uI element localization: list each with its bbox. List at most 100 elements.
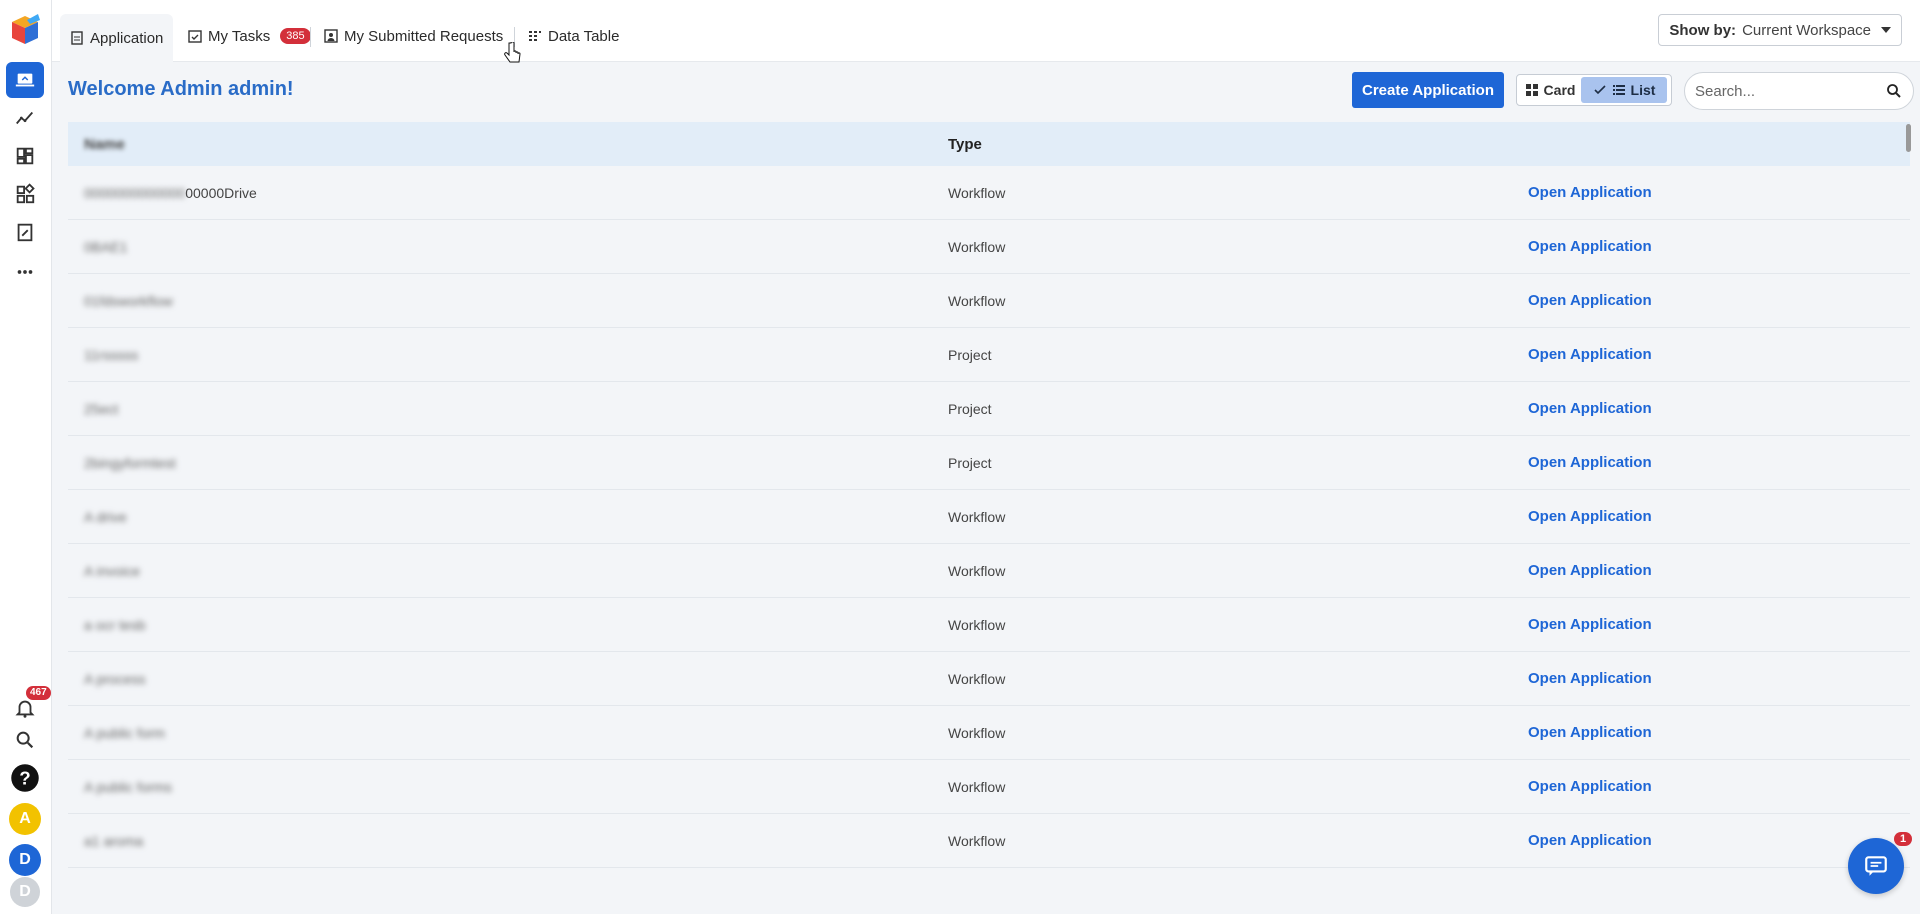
notifications-button[interactable]: 467 [6,686,51,724]
application-name: 0BAE1 [68,239,948,255]
application-type: Project [948,346,992,363]
create-application-button[interactable]: Create Application [1352,72,1504,108]
application-name: 11rsssss [68,347,948,363]
table-row[interactable]: 11rsssss Project Open Application [68,328,1910,382]
chat-badge: 1 [1894,832,1913,846]
search-icon[interactable] [1885,82,1903,100]
table-row[interactable]: A public form Workflow Open Application [68,706,1910,760]
redacted-name: A process [84,670,146,687]
top-bar: Application My Tasks 385 My Submitted Re… [52,0,1920,62]
sidebar-item-more[interactable] [6,254,44,290]
user-avatar-d-secondary[interactable]: D [6,876,44,908]
application-type: Workflow [948,724,1006,741]
tab-application[interactable]: Application [60,14,174,62]
bell-icon [15,700,35,718]
check-icon [1593,85,1606,95]
chat-button[interactable] [1848,838,1904,894]
application-type: Workflow [948,292,1006,309]
help-button[interactable]: ? [6,762,44,794]
table-row[interactable]: A drive Workflow Open Application [68,490,1910,544]
open-application-link[interactable]: Open Application [1528,184,1652,201]
application-type: Workflow [948,238,1006,255]
open-application-link[interactable]: Open Application [1528,292,1652,309]
sidebar-item-widgets[interactable] [6,176,44,212]
list-view-button[interactable]: List [1581,77,1667,103]
applications-table: Name Type 000000000000000000Drive Workflo… [68,122,1910,868]
redacted-name: 01fdsworkflow [84,292,173,309]
avatar: D [9,844,41,876]
table-row[interactable]: 2bingyformtest Project Open Application [68,436,1910,490]
open-application-link[interactable]: Open Application [1528,724,1652,741]
table-row[interactable]: A process Workflow Open Application [68,652,1910,706]
table-row[interactable]: a ocr tesb Workflow Open Application [68,598,1910,652]
scrollbar-thumb[interactable] [1906,124,1911,152]
column-header-name[interactable]: Name [68,136,948,153]
app-logo[interactable] [8,12,42,48]
redacted-name: 25ect [84,400,119,417]
application-name: 01fdsworkflow [68,293,948,309]
open-application-link[interactable]: Open Application [1528,778,1652,795]
redacted-name: 0BAE1 [84,238,128,255]
application-name: A invoice [68,563,948,579]
table-row[interactable]: A public forms Workflow Open Application [68,760,1910,814]
redacted-name: A invoice [84,562,141,579]
tab-my-tasks[interactable]: My Tasks 385 [178,14,321,58]
open-application-link[interactable]: Open Application [1528,346,1652,363]
table-row[interactable]: a1 aroma Workflow Open Application [68,814,1910,868]
redacted-name: A public forms [84,778,172,795]
sidebar-item-applications[interactable] [6,62,44,98]
user-avatar-d[interactable]: D [6,844,44,876]
global-search-button[interactable] [6,724,44,756]
redacted-name: 11rsssss [84,346,139,363]
application-name: a1 aroma [68,833,948,849]
list-view-label: List [1630,82,1656,98]
application-type: Workflow [948,508,1006,525]
table-body: 000000000000000000Drive Workflow Open Appl… [68,166,1910,868]
open-application-link[interactable]: Open Application [1528,454,1652,471]
column-header-type[interactable]: Type [948,136,1528,153]
show-by-dropdown[interactable]: Show by: Current Workspace [1658,14,1902,46]
table-row[interactable]: A invoice Workflow Open Application [68,544,1910,598]
table-row[interactable]: 01fdsworkflow Workflow Open Application [68,274,1910,328]
open-application-link[interactable]: Open Application [1528,670,1652,687]
search-icon [16,731,34,749]
card-view-label: Card [1543,82,1576,98]
sidebar-item-dashboard[interactable] [6,138,44,174]
application-name: a ocr tesb [68,617,948,633]
open-application-link[interactable]: Open Application [1528,400,1652,417]
application-name: 2bingyformtest [68,455,948,471]
sidebar-item-analytics[interactable] [6,100,44,136]
svg-text:?: ? [19,767,30,788]
user-avatar-a[interactable]: A [6,803,44,835]
table-row[interactable]: 000000000000000000Drive Workflow Open Appl… [68,166,1910,220]
tab-my-submitted-requests[interactable]: My Submitted Requests [314,14,513,58]
card-view-button[interactable]: Card [1519,77,1581,103]
hand-cursor-icon [504,42,521,63]
open-application-link[interactable]: Open Application [1528,562,1652,579]
application-type: Project [948,400,992,417]
tab-data-table[interactable]: Data Table [518,14,629,58]
redacted-name: a ocr tesb [84,616,146,633]
application-name: 25ect [68,401,948,417]
application-name: A public forms [68,779,948,795]
redacted-name: 2bingyformtest [84,454,176,471]
open-application-link[interactable]: Open Application [1528,832,1652,849]
application-type: Workflow [948,616,1006,633]
tab-label: Application [90,29,164,47]
application-type: Workflow [948,832,1006,849]
table-header: Name Type [68,122,1910,166]
table-row[interactable]: 25ect Project Open Application [68,382,1910,436]
list-icon [1612,85,1625,95]
help-icon: ? [11,764,39,792]
table-row[interactable]: 0BAE1 Workflow Open Application [68,220,1910,274]
grid-icon [16,147,34,165]
laptop-icon [15,73,35,87]
sidebar: 467 ? A D D [0,0,52,914]
open-application-link[interactable]: Open Application [1528,616,1652,633]
show-by-value: Current Workspace [1742,21,1871,39]
tab-divider [310,27,311,47]
open-application-link[interactable]: Open Application [1528,508,1652,525]
search-input[interactable] [1695,82,1875,100]
sidebar-item-tasks[interactable] [6,214,44,250]
open-application-link[interactable]: Open Application [1528,238,1652,255]
